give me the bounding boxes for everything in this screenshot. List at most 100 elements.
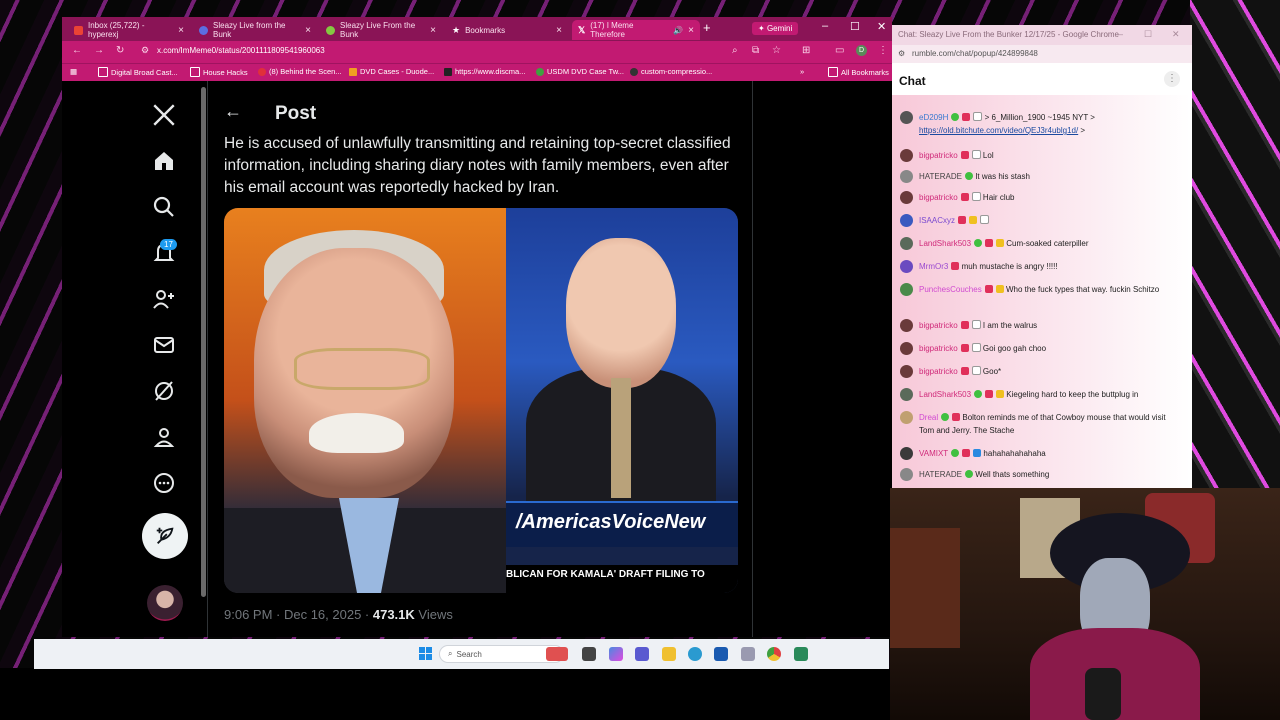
sidepanel-icon[interactable]: ▭ xyxy=(835,45,844,56)
chat-link[interactable]: https://old.bitchute.com/video/QEJ3r4ubl… xyxy=(919,126,1078,135)
chat-username[interactable]: MrmOr3 xyxy=(919,262,948,271)
profile-avatar[interactable]: D xyxy=(856,45,867,56)
site-info-icon[interactable]: ⚙ xyxy=(141,45,149,56)
maximize-icon[interactable]: ☐ xyxy=(1144,29,1152,40)
wallpaper-right xyxy=(1190,0,1280,490)
chat-message: Dreal Bolton reminds me of that Cowboy m… xyxy=(900,411,1170,437)
more-icon[interactable] xyxy=(150,469,178,497)
bookmark-item[interactable]: custom-compressio... xyxy=(630,67,712,76)
minimize-icon[interactable]: – xyxy=(822,20,828,32)
chat-username[interactable]: HATERADE xyxy=(919,470,962,479)
minimize-icon[interactable]: – xyxy=(1118,29,1123,39)
gemini-button[interactable]: ✦ Gemini xyxy=(752,22,799,35)
forward-icon[interactable]: → xyxy=(94,45,104,56)
chat-menu-icon[interactable]: ⋮ xyxy=(1164,71,1180,87)
messages-icon[interactable] xyxy=(150,331,178,359)
scrollbar[interactable] xyxy=(201,87,206,597)
new-tab-button[interactable]: + xyxy=(703,20,711,35)
chat-username[interactable]: ISAACxyz xyxy=(919,216,955,225)
all-bookmarks-label: All Bookmarks xyxy=(841,67,889,77)
close-icon[interactable]: × xyxy=(556,25,562,36)
close-icon[interactable]: × xyxy=(430,25,436,36)
site-icon xyxy=(349,67,357,76)
chat-message-list[interactable]: eD209H > 6_Million_1900 ~1945 NYT > http… xyxy=(892,95,1190,490)
app-icon[interactable] xyxy=(794,647,808,661)
copilot-icon[interactable] xyxy=(609,647,623,661)
chat-username[interactable]: VAMIXT xyxy=(919,449,948,458)
search-icon: ⌕ xyxy=(448,649,453,658)
grok-icon[interactable] xyxy=(150,377,178,405)
close-icon[interactable]: × xyxy=(305,25,311,36)
search-icon[interactable] xyxy=(150,193,178,221)
chat-text: Hair club xyxy=(982,193,1015,202)
bookmark-item[interactable]: https://www.discma... xyxy=(444,67,525,76)
chat-message: bigpatricko I am the walrus xyxy=(900,319,1170,332)
tab-rumble-2[interactable]: Sleazy Live From the Bunk × xyxy=(320,20,442,40)
reload-icon[interactable]: ↻ xyxy=(116,45,124,56)
chat-message: bigpatricko Goi goo gah choo xyxy=(900,342,1170,355)
close-icon[interactable]: × xyxy=(178,25,184,36)
post-timestamp[interactable]: 9:06 PM · Dec 16, 2025 · xyxy=(224,607,373,622)
chat-username[interactable]: LandShark503 xyxy=(919,390,971,399)
bookmark-item[interactable]: DVD Cases - Duode... xyxy=(349,67,434,76)
tab-rumble-1[interactable]: Sleazy Live from the Bunk × xyxy=(193,20,317,40)
close-window-icon[interactable]: ✕ xyxy=(877,20,886,33)
account-avatar[interactable] xyxy=(147,585,183,621)
url-field[interactable]: x.com/ImMeme0/status/2001111809541960063 xyxy=(157,46,325,55)
banner-text: /AmericasVoiceNew xyxy=(516,511,706,533)
file-explorer-icon[interactable] xyxy=(662,647,676,661)
bookmark-item[interactable]: USDM DVD Case Tw... xyxy=(536,67,624,76)
all-bookmarks[interactable]: All Bookmarks xyxy=(828,67,889,77)
rumble-icon xyxy=(199,25,208,35)
apps-icon[interactable]: ▦ xyxy=(70,67,77,76)
tab-bookmarks[interactable]: ★ Bookmarks × xyxy=(446,20,568,40)
widgets-icon[interactable] xyxy=(546,647,568,661)
teams-icon[interactable] xyxy=(635,647,649,661)
media-ticker: BLICAN FOR KAMALA' DRAFT FILING TO xyxy=(506,565,738,593)
home-icon[interactable] xyxy=(150,147,178,175)
follow-icon[interactable] xyxy=(150,285,178,313)
bookmark-star-icon[interactable]: ☆ xyxy=(772,45,781,56)
chat-url[interactable]: rumble.com/chat/popup/424899848 xyxy=(912,49,1038,58)
chat-username[interactable]: bigpatricko xyxy=(919,321,958,330)
chat-username[interactable]: bigpatricko xyxy=(919,193,958,202)
store-icon[interactable] xyxy=(714,647,728,661)
bookmark-item[interactable]: House Hacks xyxy=(190,67,248,77)
back-icon[interactable]: ← xyxy=(72,45,82,56)
windows-start-icon[interactable] xyxy=(419,647,433,661)
maximize-icon[interactable]: ☐ xyxy=(850,20,860,33)
profile-icon[interactable] xyxy=(150,423,178,451)
bookmark-item[interactable]: Digital Broad Cast... xyxy=(98,67,178,77)
back-arrow-icon[interactable]: ← xyxy=(224,101,242,122)
cast-icon[interactable]: ⧉ xyxy=(752,45,759,56)
bookmark-item[interactable]: (8) Behind the Scen... xyxy=(258,67,342,76)
site-info-icon[interactable]: ⚙ xyxy=(898,49,905,58)
settings-app-icon[interactable] xyxy=(741,647,755,661)
more-bookmarks-icon[interactable]: » xyxy=(800,67,804,76)
compose-post-button[interactable] xyxy=(142,513,188,559)
extensions-icon[interactable]: ⊞ xyxy=(802,45,810,56)
menu-icon[interactable]: ⋮ xyxy=(878,45,888,56)
chat-username[interactable]: Dreal xyxy=(919,413,938,422)
feather-icon xyxy=(156,527,174,544)
tab-gmail[interactable]: Inbox (25,722) - hyperexj × xyxy=(68,20,190,40)
chat-username[interactable]: HATERADE xyxy=(919,172,962,181)
chat-window-title: Chat: Sleazy Live From the Bunker 12/17/… xyxy=(898,30,1119,39)
task-view-icon[interactable] xyxy=(582,647,596,661)
tab-x-active[interactable]: 𝕏 (17) I Meme Therefore 🔊 × xyxy=(572,20,700,40)
chat-username[interactable]: bigpatricko xyxy=(919,367,958,376)
chat-username[interactable]: LandShark503 xyxy=(919,239,971,248)
close-icon[interactable]: × xyxy=(688,25,694,36)
chat-username[interactable]: eD209H xyxy=(919,113,948,122)
chat-username[interactable]: PunchesCouches xyxy=(919,285,982,294)
chat-username[interactable]: bigpatricko xyxy=(919,151,958,160)
chat-username[interactable]: bigpatricko xyxy=(919,344,958,353)
zoom-icon[interactable]: ⌕ xyxy=(732,45,738,56)
post-media[interactable]: /AmericasVoiceNew BLICAN FOR KAMALA' DRA… xyxy=(224,208,738,593)
chrome-icon[interactable] xyxy=(767,647,781,661)
x-logo-icon[interactable] xyxy=(150,101,178,129)
speaker-icon[interactable]: 🔊 xyxy=(673,26,683,35)
close-window-icon[interactable]: ✕ xyxy=(1172,29,1180,40)
edge-icon[interactable] xyxy=(688,647,702,661)
chat-text: It was his stash xyxy=(975,172,1030,181)
